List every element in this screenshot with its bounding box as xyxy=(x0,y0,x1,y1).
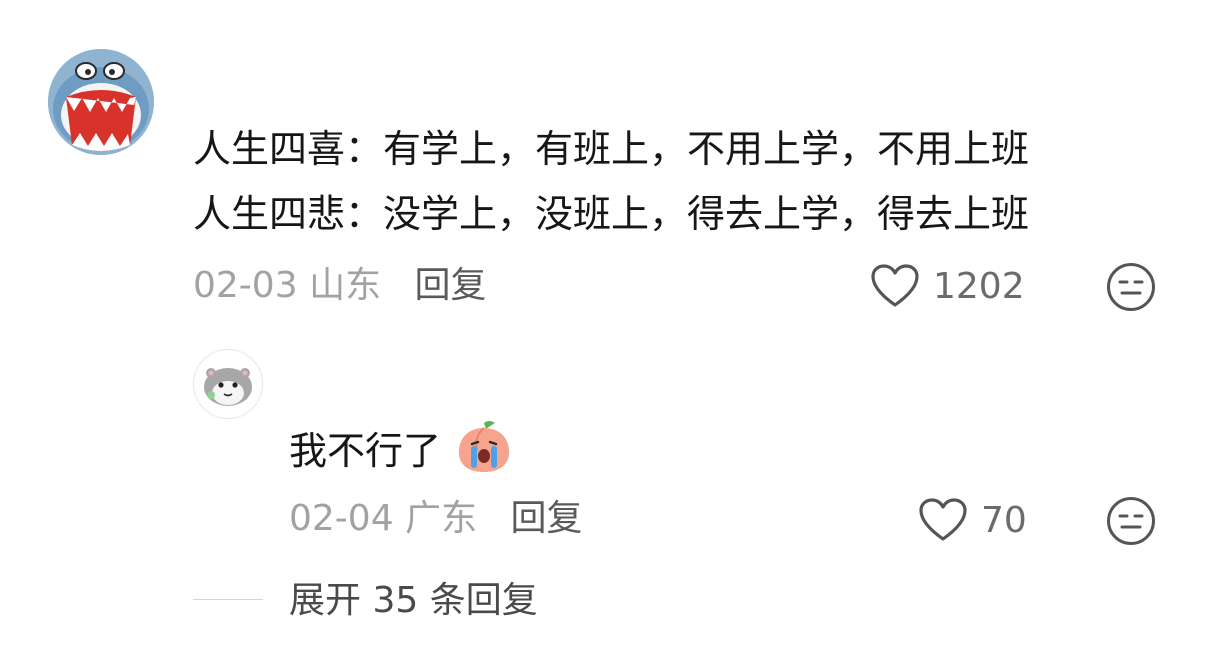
expand-divider xyxy=(193,599,263,600)
reply-date: 02-04 xyxy=(289,498,394,539)
heart-outline-icon[interactable] xyxy=(918,497,968,543)
crying-peach-emoji-icon xyxy=(455,420,513,474)
like-count: 1202 xyxy=(933,266,1025,307)
comment-location: 山东 xyxy=(309,265,382,306)
reply-button[interactable]: 回复 xyxy=(511,498,583,539)
avatar[interactable] xyxy=(193,349,263,419)
reply-location: 广东 xyxy=(405,498,478,539)
expand-replies-button[interactable]: 展开 35 条回复 xyxy=(289,580,538,622)
comment-date: 02-03 xyxy=(193,265,298,306)
reply-button[interactable]: 回复 xyxy=(415,265,487,306)
neutral-face-icon[interactable] xyxy=(1106,262,1156,312)
avatar[interactable] xyxy=(48,49,154,155)
comment-meta: 02-03 山东 回复 xyxy=(193,265,487,307)
comment-text-line-2: 人生四悲：没学上，没班上，得去上学，得去上班 xyxy=(193,192,1030,236)
heart-outline-icon[interactable] xyxy=(870,263,920,309)
like-count: 70 xyxy=(981,500,1027,541)
reply-text: 我不行了 xyxy=(289,429,442,473)
neutral-face-icon[interactable] xyxy=(1106,496,1156,546)
reply-meta: 02-04 广东 回复 xyxy=(289,498,583,540)
comment-text-line-1: 人生四喜：有学上，有班上，不用上学，不用上班 xyxy=(193,127,1030,171)
